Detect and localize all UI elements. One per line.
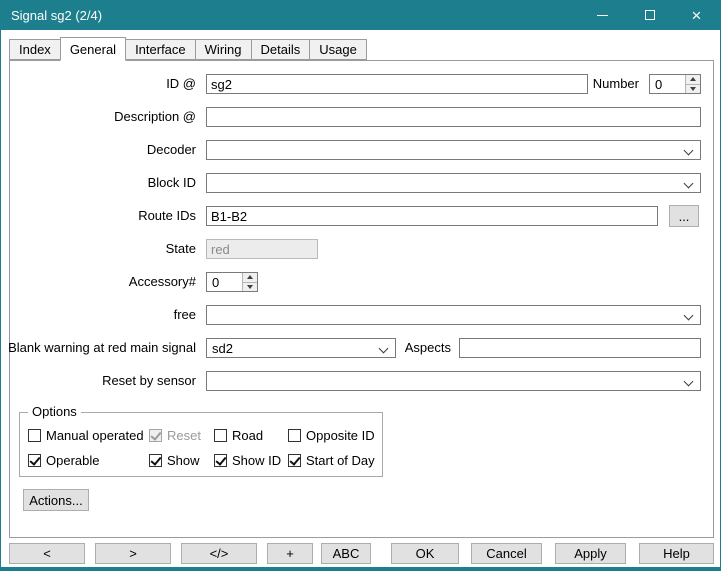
number-spin-down-button[interactable] [685, 84, 700, 94]
opposite-id-label: Opposite ID [306, 428, 375, 443]
maximize-icon [645, 10, 655, 20]
show-checkbox[interactable] [149, 454, 162, 467]
spin-down-icon [247, 285, 253, 289]
window-title: Signal sg2 (2/4) [11, 8, 102, 23]
accessory-spinner[interactable]: 0 [206, 272, 258, 292]
abc-button[interactable]: ABC [321, 543, 371, 564]
accessory-spin-up-button[interactable] [242, 273, 257, 282]
options-legend: Options [28, 404, 81, 420]
tab-interface[interactable]: Interface [125, 39, 196, 60]
apply-button[interactable]: Apply [555, 543, 626, 564]
tab-index[interactable]: Index [9, 39, 61, 60]
tab-general[interactable]: General [60, 37, 126, 61]
operable-label: Operable [46, 453, 99, 468]
road-label: Road [232, 428, 263, 443]
prev-button[interactable]: < [9, 543, 85, 564]
description-input[interactable] [206, 107, 701, 127]
help-button[interactable]: Help [639, 543, 714, 564]
next-button[interactable]: > [95, 543, 171, 564]
spin-up-icon [247, 275, 253, 279]
blank-warning-combobox[interactable]: sd2 [206, 338, 396, 358]
window-bottom-border [1, 567, 720, 571]
accessory-label: Accessory# [129, 272, 196, 292]
number-spin-up-button[interactable] [685, 75, 700, 84]
tab-bar: Index General Interface Wiring Details U… [9, 36, 366, 60]
show-id-label: Show ID [232, 453, 281, 468]
tab-usage[interactable]: Usage [309, 39, 367, 60]
chevron-down-icon [684, 146, 694, 156]
start-of-day-label: Start of Day [306, 453, 375, 468]
id-input[interactable] [206, 74, 588, 94]
minimize-icon [597, 15, 608, 16]
decoder-combobox[interactable] [206, 140, 701, 160]
id-label: ID @ [166, 74, 196, 94]
reset-checkbox [149, 429, 162, 442]
tab-wiring[interactable]: Wiring [195, 39, 252, 60]
route-ids-label: Route IDs [138, 206, 196, 226]
aspects-label: Aspects [405, 338, 451, 358]
number-label: Number [593, 74, 639, 94]
blank-warning-value: sd2 [212, 341, 233, 356]
block-id-combobox[interactable] [206, 173, 701, 193]
options-group: Options Manual operated Reset Road Oppos… [19, 412, 383, 477]
number-spin-buttons [685, 75, 700, 93]
close-icon: × [692, 7, 702, 24]
spin-down-icon [690, 87, 696, 91]
start-of-day-checkbox[interactable] [288, 454, 301, 467]
close-button[interactable]: × [673, 0, 720, 30]
reset-label: Reset [167, 428, 201, 443]
number-spinner[interactable]: 0 [649, 74, 701, 94]
opposite-id-checkbox[interactable] [288, 429, 301, 442]
accessory-value[interactable]: 0 [207, 273, 242, 291]
spin-up-icon [690, 77, 696, 81]
ok-button[interactable]: OK [391, 543, 459, 564]
route-ids-input[interactable] [206, 206, 658, 226]
opposite-id-option[interactable]: Opposite ID [288, 428, 375, 443]
reset-option: Reset [149, 428, 201, 443]
reset-by-sensor-combobox[interactable] [206, 371, 701, 391]
tab-details[interactable]: Details [251, 39, 311, 60]
minimize-button[interactable] [579, 0, 626, 30]
accessory-spin-buttons [242, 273, 257, 291]
show-label: Show [167, 453, 200, 468]
operable-checkbox[interactable] [28, 454, 41, 467]
operable-option[interactable]: Operable [28, 453, 99, 468]
show-id-checkbox[interactable] [214, 454, 227, 467]
maximize-button[interactable] [626, 0, 673, 30]
window-titlebar[interactable]: Signal sg2 (2/4) × [1, 0, 720, 30]
xml-button[interactable]: </> [181, 543, 257, 564]
state-label: State [166, 239, 196, 259]
free-combobox[interactable] [206, 305, 701, 325]
chevron-down-icon [684, 179, 694, 189]
route-ids-browse-button[interactable]: ... [669, 205, 699, 227]
actions-button[interactable]: Actions... [23, 489, 89, 511]
manual-operated-checkbox[interactable] [28, 429, 41, 442]
cancel-button[interactable]: Cancel [471, 543, 542, 564]
aspects-input[interactable] [459, 338, 701, 358]
manual-operated-label: Manual operated [46, 428, 144, 443]
signal-properties-dialog: Signal sg2 (2/4) × Index General Interfa… [0, 0, 721, 571]
free-label: free [174, 305, 196, 325]
chevron-down-icon [379, 344, 389, 354]
accessory-spin-down-button[interactable] [242, 282, 257, 292]
road-option[interactable]: Road [214, 428, 263, 443]
chevron-down-icon [684, 377, 694, 387]
blank-warning-label: Blank warning at red main signal [8, 338, 196, 358]
number-value[interactable]: 0 [650, 75, 685, 93]
road-checkbox[interactable] [214, 429, 227, 442]
start-of-day-option[interactable]: Start of Day [288, 453, 375, 468]
decoder-label: Decoder [147, 140, 196, 160]
description-label: Description @ [114, 107, 196, 127]
add-button[interactable]: + [267, 543, 313, 564]
reset-by-sensor-label: Reset by sensor [102, 371, 196, 391]
state-input [206, 239, 318, 259]
show-option[interactable]: Show [149, 453, 200, 468]
show-id-option[interactable]: Show ID [214, 453, 281, 468]
manual-operated-option[interactable]: Manual operated [28, 428, 144, 443]
block-id-label: Block ID [148, 173, 196, 193]
chevron-down-icon [684, 311, 694, 321]
window-controls: × [579, 0, 720, 30]
